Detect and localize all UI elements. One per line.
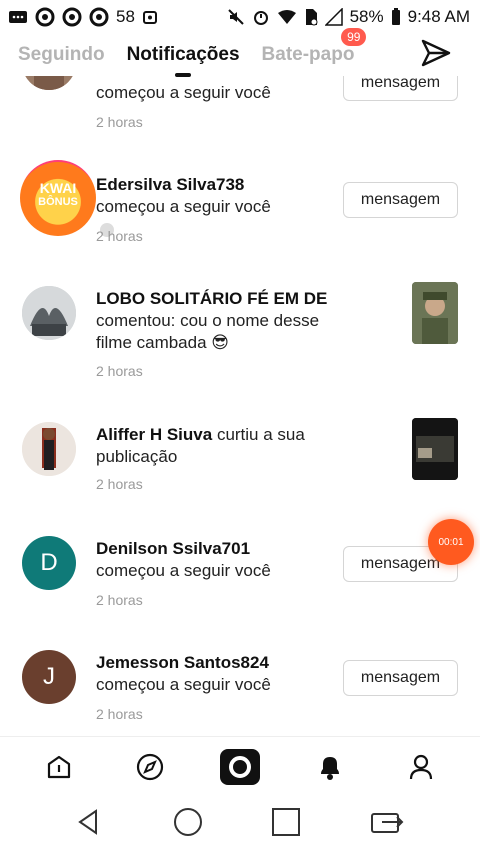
notification-text: Jemesson Santos824 começou a seguir você xyxy=(96,653,271,694)
username[interactable]: Jemesson Santos824 xyxy=(96,653,269,672)
chrome-icon xyxy=(89,7,109,27)
tab-seguindo[interactable]: Seguindo xyxy=(18,44,105,66)
notification-text: LOBO SOLITÁRIO FÉ EM DE comentou: cou o n… xyxy=(96,289,328,352)
discover-icon[interactable] xyxy=(127,744,173,790)
battery-percent: 58% xyxy=(349,7,384,26)
send-icon[interactable] xyxy=(420,38,452,68)
avatar-letter: J xyxy=(43,663,55,690)
post-thumbnail[interactable] xyxy=(412,282,458,344)
list-item[interactable]: D Denilson Ssilva701 começou a seguir voc… xyxy=(0,534,480,644)
avatar[interactable] xyxy=(22,422,76,476)
home-icon[interactable] xyxy=(36,744,82,790)
username[interactable]: Aliffer H Siuva xyxy=(96,425,212,444)
notification-time: 2 horas xyxy=(96,363,143,379)
notification-text: começou a seguir você xyxy=(96,83,271,102)
notification-text: Denilson Ssilva701 começou a seguir você xyxy=(96,539,271,580)
notification-time: 2 horas xyxy=(96,476,143,492)
username[interactable]: LOBO SOLITÁRIO FÉ EM DE xyxy=(96,289,327,308)
list-item[interactable]: Aliffer H Siuva curtiu a sua publicação … xyxy=(0,418,480,530)
username[interactable]: Denilson Ssilva701 xyxy=(96,539,250,558)
mute-icon xyxy=(227,8,245,26)
chrome-icon xyxy=(35,7,55,27)
camera-icon[interactable] xyxy=(217,744,263,790)
post-thumbnail[interactable] xyxy=(412,418,458,480)
list-item[interactable]: começou a seguir você 2 horas mensagem xyxy=(0,76,480,136)
unread-badge: 99 xyxy=(341,28,367,46)
notification-time: 2 horas xyxy=(96,706,143,722)
avatar-label: KWAI xyxy=(39,180,77,196)
back-icon[interactable] xyxy=(74,807,104,842)
status-bar: 58 58% 9:48 AM xyxy=(0,0,480,34)
notification-time: 2 horas xyxy=(96,228,143,244)
wifi-icon xyxy=(277,9,297,25)
message-button[interactable]: mensagem xyxy=(343,660,458,696)
tab-notificacoes[interactable]: Notificações xyxy=(127,44,240,77)
notification-time: 2 horas xyxy=(96,592,143,608)
tab-bate-papo[interactable]: Bate-papo 99 xyxy=(262,28,367,66)
list-item[interactable]: KWAI BÔNUS Edersilva Silva738 começou a s… xyxy=(0,160,480,270)
notification-time: 2 horas xyxy=(96,114,143,130)
chrome-icon xyxy=(62,7,82,27)
avatar[interactable]: D xyxy=(22,536,76,590)
message-button[interactable]: mensagem xyxy=(343,76,458,101)
message-button[interactable]: mensagem xyxy=(343,182,458,218)
floating-timer[interactable]: 00:01 xyxy=(428,519,474,565)
home-button-icon[interactable] xyxy=(173,807,203,842)
system-nav xyxy=(0,796,480,852)
message-icon xyxy=(8,9,28,25)
avatar[interactable] xyxy=(22,286,76,340)
bell-icon[interactable] xyxy=(307,744,353,790)
top-tabs: Seguindo Notificações Bate-papo 99 xyxy=(0,28,480,77)
notification-list[interactable]: começou a seguir você 2 horas mensagem K… xyxy=(0,76,480,736)
battery-icon xyxy=(391,8,401,26)
avatar[interactable] xyxy=(22,76,76,90)
switch-app-icon[interactable] xyxy=(370,808,406,841)
alarm-icon xyxy=(252,8,270,26)
avatar-label: BÔNUS xyxy=(38,196,78,208)
notification-count: 58 xyxy=(116,7,135,26)
clock: 9:48 AM xyxy=(407,7,470,26)
signal-icon xyxy=(324,8,343,26)
app-icon xyxy=(142,9,158,25)
recents-icon[interactable] xyxy=(271,807,301,842)
notification-text: Edersilva Silva738 começou a seguir você xyxy=(96,175,271,216)
no-sim-icon xyxy=(304,8,318,26)
notification-text: Aliffer H Siuva curtiu a sua publicação xyxy=(96,425,305,466)
avatar[interactable]: J xyxy=(22,650,76,704)
list-item[interactable]: LOBO SOLITÁRIO FÉ EM DE comentou: cou o n… xyxy=(0,282,480,394)
profile-icon[interactable] xyxy=(398,744,444,790)
avatar[interactable]: KWAI BÔNUS xyxy=(20,160,96,236)
bottom-nav xyxy=(0,736,480,796)
avatar-letter: D xyxy=(40,549,58,576)
username[interactable]: Edersilva Silva738 xyxy=(96,175,244,194)
list-item[interactable]: J Jemesson Santos824 começou a seguir voc… xyxy=(0,648,480,736)
